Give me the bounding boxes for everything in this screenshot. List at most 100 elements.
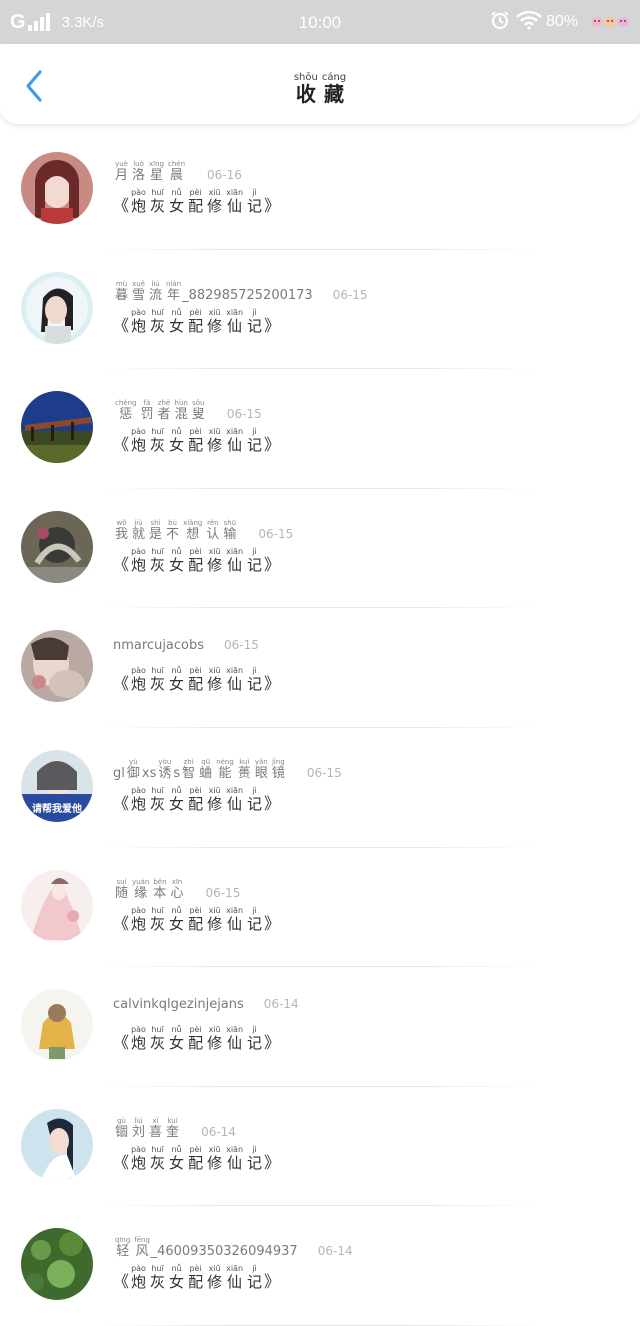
avatar[interactable] [21, 510, 93, 583]
book-title-char: 修xiū [207, 307, 223, 335]
book-title[interactable]: 《炮pào 灰huī 女nǚ 配pèi 修xiū 仙xiān 记jì 》 [113, 906, 280, 934]
avatar[interactable] [21, 391, 93, 464]
username: nmarcujacobs [113, 638, 204, 653]
book-title[interactable]: 《炮pào 灰huī 女nǚ 配pèi 修xiū 仙xiān 记jì 》 [113, 308, 280, 336]
username-char: 就jiù [132, 518, 146, 542]
username: 暮mù雪xuě流liú年nián_882985725200173 [113, 280, 313, 303]
open-quote: 《 [113, 674, 130, 694]
post-date: 06-14 [317, 1244, 353, 1259]
avatar[interactable] [21, 989, 93, 1062]
book-title-char: 修xiū [207, 905, 223, 933]
book-title-char: 女nǚ [169, 1144, 185, 1172]
username-char: 镜jìng [271, 757, 285, 781]
book-title[interactable]: 《炮pào 灰huī 女nǚ 配pèi 修xiū 仙xiān 记jì 》 [113, 1025, 280, 1053]
book-title-char: 修xiū [207, 1264, 223, 1292]
username-char: 我wǒ [115, 518, 129, 542]
username-text: _882985725200173 [182, 287, 313, 303]
username-char: 月yuè [115, 160, 129, 183]
book-title-char: 仙xiān [226, 1264, 244, 1292]
username-char: 缘yuán [132, 877, 150, 901]
username: gl 御yùxs 诱yòus 智zhì蛐qū能néng蒉kuì眼yǎn镜jìng [113, 758, 287, 781]
book-title-char: 修xiū [207, 546, 223, 574]
book-title[interactable]: 《炮pào 灰huī 女nǚ 配pèi 修xiū 仙xiān 记jì 》 [113, 427, 280, 455]
list-item[interactable]: 我wǒ就jiù是shì不bù想xiǎng认rèn输shū 06-15 《炮pào 灰h… [0, 489, 640, 609]
username-char: 蒉kuì [237, 757, 251, 781]
avatar[interactable]: 请帮我爱他 [21, 749, 93, 822]
book-title[interactable]: 《炮pào 灰huī 女nǚ 配pèi 修xiū 仙xiān 记jì 》 [113, 547, 280, 575]
book-title-char: 仙xiān [226, 1144, 244, 1172]
book-title-char: 记jì [247, 188, 263, 215]
username-char: 锢gù [115, 1116, 129, 1140]
book-title-char: 灰huī [150, 188, 166, 215]
avatar[interactable] [21, 630, 93, 703]
book-title-char: 配pèi [188, 546, 204, 574]
open-quote: 《 [113, 435, 130, 455]
list-item[interactable]: 暮mù雪xuě流liú年nián_882985725200173 06-15 《炮p… [0, 250, 640, 370]
username-char: 心xīn [170, 877, 184, 901]
list-item[interactable]: 轻qīng风fēng_46009350326094937 06-14 《炮pào 灰h… [0, 1206, 640, 1326]
username-char: 是shì [149, 518, 163, 542]
book-title[interactable]: 《炮pào 灰huī 女nǚ 配pèi 修xiū 仙xiān 记jì 》 [113, 1145, 280, 1173]
title-char: 藏cáng [321, 72, 347, 106]
close-quote: 》 [264, 435, 281, 455]
avatar[interactable] [21, 1108, 93, 1181]
book-title-char: 记jì [247, 666, 263, 694]
username: 我wǒ就jiù是shì不bù想xiǎng认rèn输shū [113, 519, 238, 542]
open-quote: 《 [113, 793, 130, 813]
avatar[interactable] [21, 271, 93, 344]
username-char: 者zhě [157, 399, 171, 423]
close-quote: 》 [264, 674, 281, 694]
username-text: nmarcujacobs [113, 638, 205, 654]
close-quote: 》 [264, 554, 281, 574]
avatar[interactable] [21, 152, 93, 224]
username-text: s [173, 765, 181, 781]
item-meta: 暮mù雪xuě流liú年nián_882985725200173 06-15 [113, 280, 368, 303]
list-item[interactable]: calvinkqlgezinjejans 06-14 《炮pào 灰huī 女nǚ 配pè… [0, 967, 640, 1087]
book-title-char: 灰huī [150, 1264, 166, 1292]
book-title-char: 女nǚ [169, 188, 185, 215]
username: 月yuè洛luò星xīng晨chén [113, 160, 187, 183]
book-title-char: 灰huī [150, 427, 166, 455]
favorites-list: 月yuè洛luò星xīng晨chén 06-16 《炮pào 灰huī 女nǚ 配pèi 修… [0, 130, 640, 1326]
book-title-char: 修xiū [207, 427, 223, 455]
list-item[interactable]: 锢gù刘liú喜xǐ奎kuí 06-14 《炮pào 灰huī 女nǚ 配pèi 修xiū 仙… [0, 1087, 640, 1207]
list-item[interactable]: 请帮我爱他 gl 御yùxs 诱yòus 智zhì蛐qū能néng蒉kuì眼yǎn镜jì… [0, 728, 640, 848]
close-quote: 》 [264, 1152, 281, 1172]
book-title-char: 炮pào [131, 546, 147, 574]
avatar[interactable] [21, 1228, 93, 1301]
book-title-char: 灰huī [150, 785, 166, 813]
username-char: 风fēng [134, 1236, 150, 1260]
username-char: 雪xuě [132, 279, 146, 303]
book-title-char: 配pèi [188, 785, 204, 813]
book-title-char: 仙xiān [226, 785, 244, 813]
avatar[interactable] [21, 869, 93, 942]
list-item[interactable]: 随suí缘yuán本běn心xīn 06-15 《炮pào 灰huī 女nǚ 配pèi 修x… [0, 848, 640, 968]
username-char: 认rèn [206, 518, 220, 542]
close-quote: 》 [264, 1272, 281, 1292]
book-title[interactable]: 《炮pào 灰huī 女nǚ 配pèi 修xiū 仙xiān 记jì 》 [113, 188, 280, 216]
list-item[interactable]: 惩chéng罚fá者zhě混hùn叟sǒu 06-15 《炮pào 灰huī 女nǚ 配p… [0, 369, 640, 489]
list-item[interactable]: 月yuè洛luò星xīng晨chén 06-16 《炮pào 灰huī 女nǚ 配pèi 修… [0, 130, 640, 250]
username-char: 轻qīng [115, 1236, 131, 1260]
username-text: xs [141, 765, 157, 781]
username-char: 流liú [149, 279, 163, 303]
book-title-char: 配pèi [188, 1025, 204, 1053]
book-title-char: 仙xiān [226, 1025, 244, 1053]
book-title-char: 炮pào [131, 188, 147, 215]
post-date: 06-14 [201, 1124, 236, 1139]
avatar-caption: 请帮我爱他 [32, 802, 82, 815]
header-bar: 收shōu藏cáng [0, 44, 640, 124]
book-title-char: 灰huī [150, 905, 166, 933]
open-quote: 《 [113, 315, 130, 335]
book-title-char: 炮pào [131, 1144, 147, 1172]
book-title[interactable]: 《炮pào 灰huī 女nǚ 配pèi 修xiū 仙xiān 记jì 》 [113, 1264, 280, 1292]
username-char: 输shū [223, 518, 237, 542]
book-title[interactable]: 《炮pào 灰huī 女nǚ 配pèi 修xiū 仙xiān 记jì 》 [113, 666, 280, 694]
book-title-char: 修xiū [207, 785, 223, 813]
book-title[interactable]: 《炮pào 灰huī 女nǚ 配pèi 修xiū 仙xiān 记jì 》 [113, 786, 280, 814]
book-title-char: 仙xiān [226, 188, 244, 215]
list-item[interactable]: nmarcujacobs 06-15 《炮pào 灰huī 女nǚ 配pèi 修xiū 仙xi… [0, 608, 640, 728]
book-title-char: 女nǚ [169, 1264, 185, 1292]
post-date: 06-15 [226, 407, 262, 422]
username: calvinkqlgezinjejans [113, 997, 244, 1012]
